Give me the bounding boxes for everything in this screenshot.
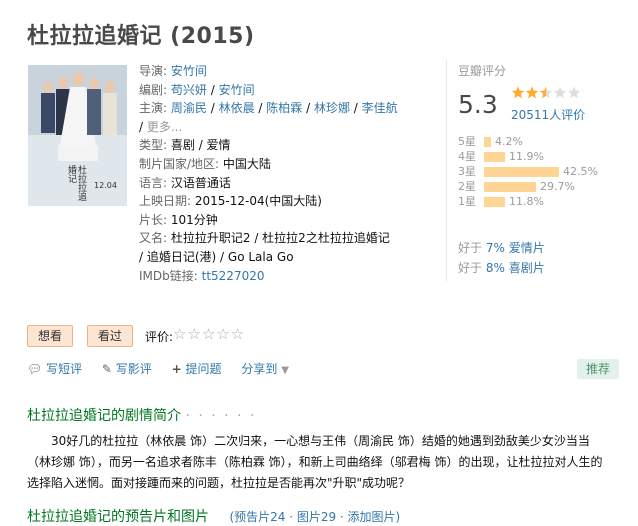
better-genre-link[interactable]: 喜剧片 bbox=[509, 261, 545, 275]
pencil-icon: ✎ bbox=[101, 362, 112, 376]
rating-bar-label: 5星 bbox=[458, 135, 476, 148]
rating-bar-label: 2星 bbox=[458, 180, 476, 193]
cast-link[interactable]: 林珍娜 bbox=[314, 101, 350, 115]
rating-bar-fill bbox=[484, 137, 491, 147]
country-label: 制片国家/地区: bbox=[139, 156, 220, 171]
country-value: 中国大陆 bbox=[222, 156, 271, 171]
rating-panel: 豆瓣评分 5.3 20511人评价 5星 4.2% 4星 11.9% 3星 42.5% 2星… bbox=[446, 60, 618, 282]
better-prefix: 好于 bbox=[458, 241, 483, 255]
language-label: 语言: bbox=[139, 175, 168, 190]
rating-bar-row: 1星 11.8% bbox=[458, 194, 598, 209]
movie-poster[interactable]: 杜拉拉追婚记 12.04 bbox=[28, 65, 127, 206]
star-icon bbox=[567, 86, 581, 99]
cast-link[interactable]: 陈柏霖 bbox=[266, 101, 302, 115]
summary-text: 30好几的杜拉拉（林依晨 饰）二次归来，一心想与王伟（周渝民 饰）结婚的她遇到劲… bbox=[27, 434, 603, 490]
genre-label: 类型: bbox=[139, 138, 168, 153]
rating-bar-row: 2星 29.7% bbox=[458, 179, 598, 194]
better-prefix: 好于 bbox=[458, 261, 483, 275]
rating-stars-icon bbox=[511, 86, 581, 99]
rate-label: 评价: bbox=[145, 330, 174, 344]
director-label: 导演: bbox=[139, 64, 168, 78]
release-label: 上映日期: bbox=[139, 194, 192, 209]
imdb-link[interactable]: tt5227020 bbox=[202, 269, 265, 283]
rating-label: 豆瓣评分 bbox=[458, 64, 507, 78]
rate-stars-input[interactable]: ☆☆☆☆☆ bbox=[173, 325, 245, 343]
speech-bubble-icon: 💬︎ bbox=[27, 362, 43, 376]
page-title: 杜拉拉追婚记 (2015) bbox=[27, 24, 255, 49]
tool-bar: 💬︎ 写短评 ✎ 写影评 + 提问题 分享到 ▼ bbox=[27, 360, 305, 377]
better-than: 好于 7% 爱情片 好于 8% 喜剧片 bbox=[458, 238, 545, 278]
plus-icon: + bbox=[171, 362, 182, 376]
rating-bar-label: 4星 bbox=[458, 150, 476, 163]
rating-bar-pct: 11.8% bbox=[509, 195, 544, 208]
language-value: 汉语普通话 bbox=[170, 175, 231, 190]
rating-bar-pct: 4.2% bbox=[495, 135, 523, 148]
rating-bar-pct: 11.9% bbox=[509, 150, 544, 163]
chevron-down-icon: ▼ bbox=[281, 365, 289, 376]
genre-value: 喜剧 / 爱情 bbox=[170, 138, 231, 153]
write-short-review-link[interactable]: 写短评 bbox=[46, 362, 82, 376]
cast-link[interactable]: 林依晨 bbox=[219, 101, 255, 115]
rating-bar-row: 4星 11.9% bbox=[458, 149, 598, 164]
poster-date: 12.04 bbox=[94, 181, 117, 190]
star-fill-icon bbox=[511, 86, 525, 99]
rating-bar-fill bbox=[484, 167, 559, 177]
heading-dots: · · · · · · bbox=[185, 408, 257, 424]
collect-actions: 想看 看过 bbox=[27, 325, 143, 347]
summary-heading: 杜拉拉追婚记的剧情简介 · · · · · · bbox=[27, 405, 256, 425]
want-to-watch-button[interactable]: 想看 bbox=[27, 325, 74, 347]
aka-value: 杜拉拉升职记2 / 杜拉拉2之杜拉拉追婚记 bbox=[170, 231, 390, 246]
star-icon bbox=[553, 86, 567, 99]
cast-link[interactable]: 周渝民 bbox=[171, 101, 207, 115]
writer-link[interactable]: 苟兴妍 bbox=[171, 83, 207, 97]
rating-bar-label: 1星 bbox=[458, 195, 476, 208]
more-cast-link[interactable]: 更多... bbox=[147, 120, 182, 134]
cast-link[interactable]: 李佳航 bbox=[362, 101, 398, 115]
ask-question-link[interactable]: 提问题 bbox=[186, 362, 222, 376]
imdb-label: IMDb链接: bbox=[139, 268, 198, 283]
rating-bar-label: 3星 bbox=[458, 165, 476, 178]
trailer-heading: 杜拉拉追婚记的预告片和图片 (预告片24 · 图片29 · 添加图片) bbox=[27, 506, 400, 526]
rating-bar-pct: 42.5% bbox=[563, 165, 598, 178]
recommend-button[interactable]: 推荐 bbox=[577, 359, 620, 379]
rating-bar-row: 3星 42.5% bbox=[458, 164, 598, 179]
runtime-value: 101分钟 bbox=[170, 212, 218, 227]
share-link[interactable]: 分享到 bbox=[241, 362, 277, 376]
runtime-label: 片长: bbox=[139, 212, 168, 227]
star-fill-icon bbox=[525, 86, 539, 99]
rating-bar-pct: 29.7% bbox=[540, 180, 575, 193]
poster-caption: 杜拉拉追婚记 bbox=[66, 165, 86, 201]
rating-score: 5.3 bbox=[458, 90, 498, 119]
rating-bar-fill bbox=[484, 182, 536, 192]
trailer-heading-text: 杜拉拉追婚记的预告片和图片 bbox=[27, 509, 209, 525]
rating-breakdown: 5星 4.2% 4星 11.9% 3星 42.5% 2星 29.7% 1星 11.8% bbox=[458, 134, 598, 209]
better-genre-link[interactable]: 爱情片 bbox=[509, 241, 545, 255]
write-review-link[interactable]: 写影评 bbox=[116, 362, 152, 376]
trailer-sub-links[interactable]: (预告片24 · 图片29 · 添加图片) bbox=[229, 510, 400, 524]
watched-button[interactable]: 看过 bbox=[86, 325, 133, 347]
rating-bar-fill bbox=[484, 152, 505, 162]
cast-label: 主演: bbox=[139, 101, 168, 116]
rating-bar-fill bbox=[484, 197, 505, 207]
writer-link[interactable]: 安竹间 bbox=[219, 83, 255, 97]
release-value: 2015-12-04(中国大陆) bbox=[194, 194, 322, 209]
better-pct-link[interactable]: 8% bbox=[486, 261, 505, 275]
better-pct-link[interactable]: 7% bbox=[486, 241, 505, 255]
movie-info: 导演: 安竹间 编剧: 苟兴妍 / 安竹间 主演: 周渝民 / 林依晨 / 陈柏… bbox=[139, 64, 398, 283]
aka-value-cont: / 追婚日记(港) / Go Lala Go bbox=[139, 249, 294, 264]
aka-label: 又名: bbox=[139, 231, 168, 246]
rating-bar-row: 5星 4.2% bbox=[458, 134, 598, 149]
director-link[interactable]: 安竹间 bbox=[171, 64, 207, 78]
summary-heading-text: 杜拉拉追婚记的剧情简介 bbox=[27, 408, 181, 424]
writer-label: 编剧: bbox=[139, 82, 168, 97]
rating-count-link[interactable]: 20511人评价 bbox=[511, 106, 585, 123]
